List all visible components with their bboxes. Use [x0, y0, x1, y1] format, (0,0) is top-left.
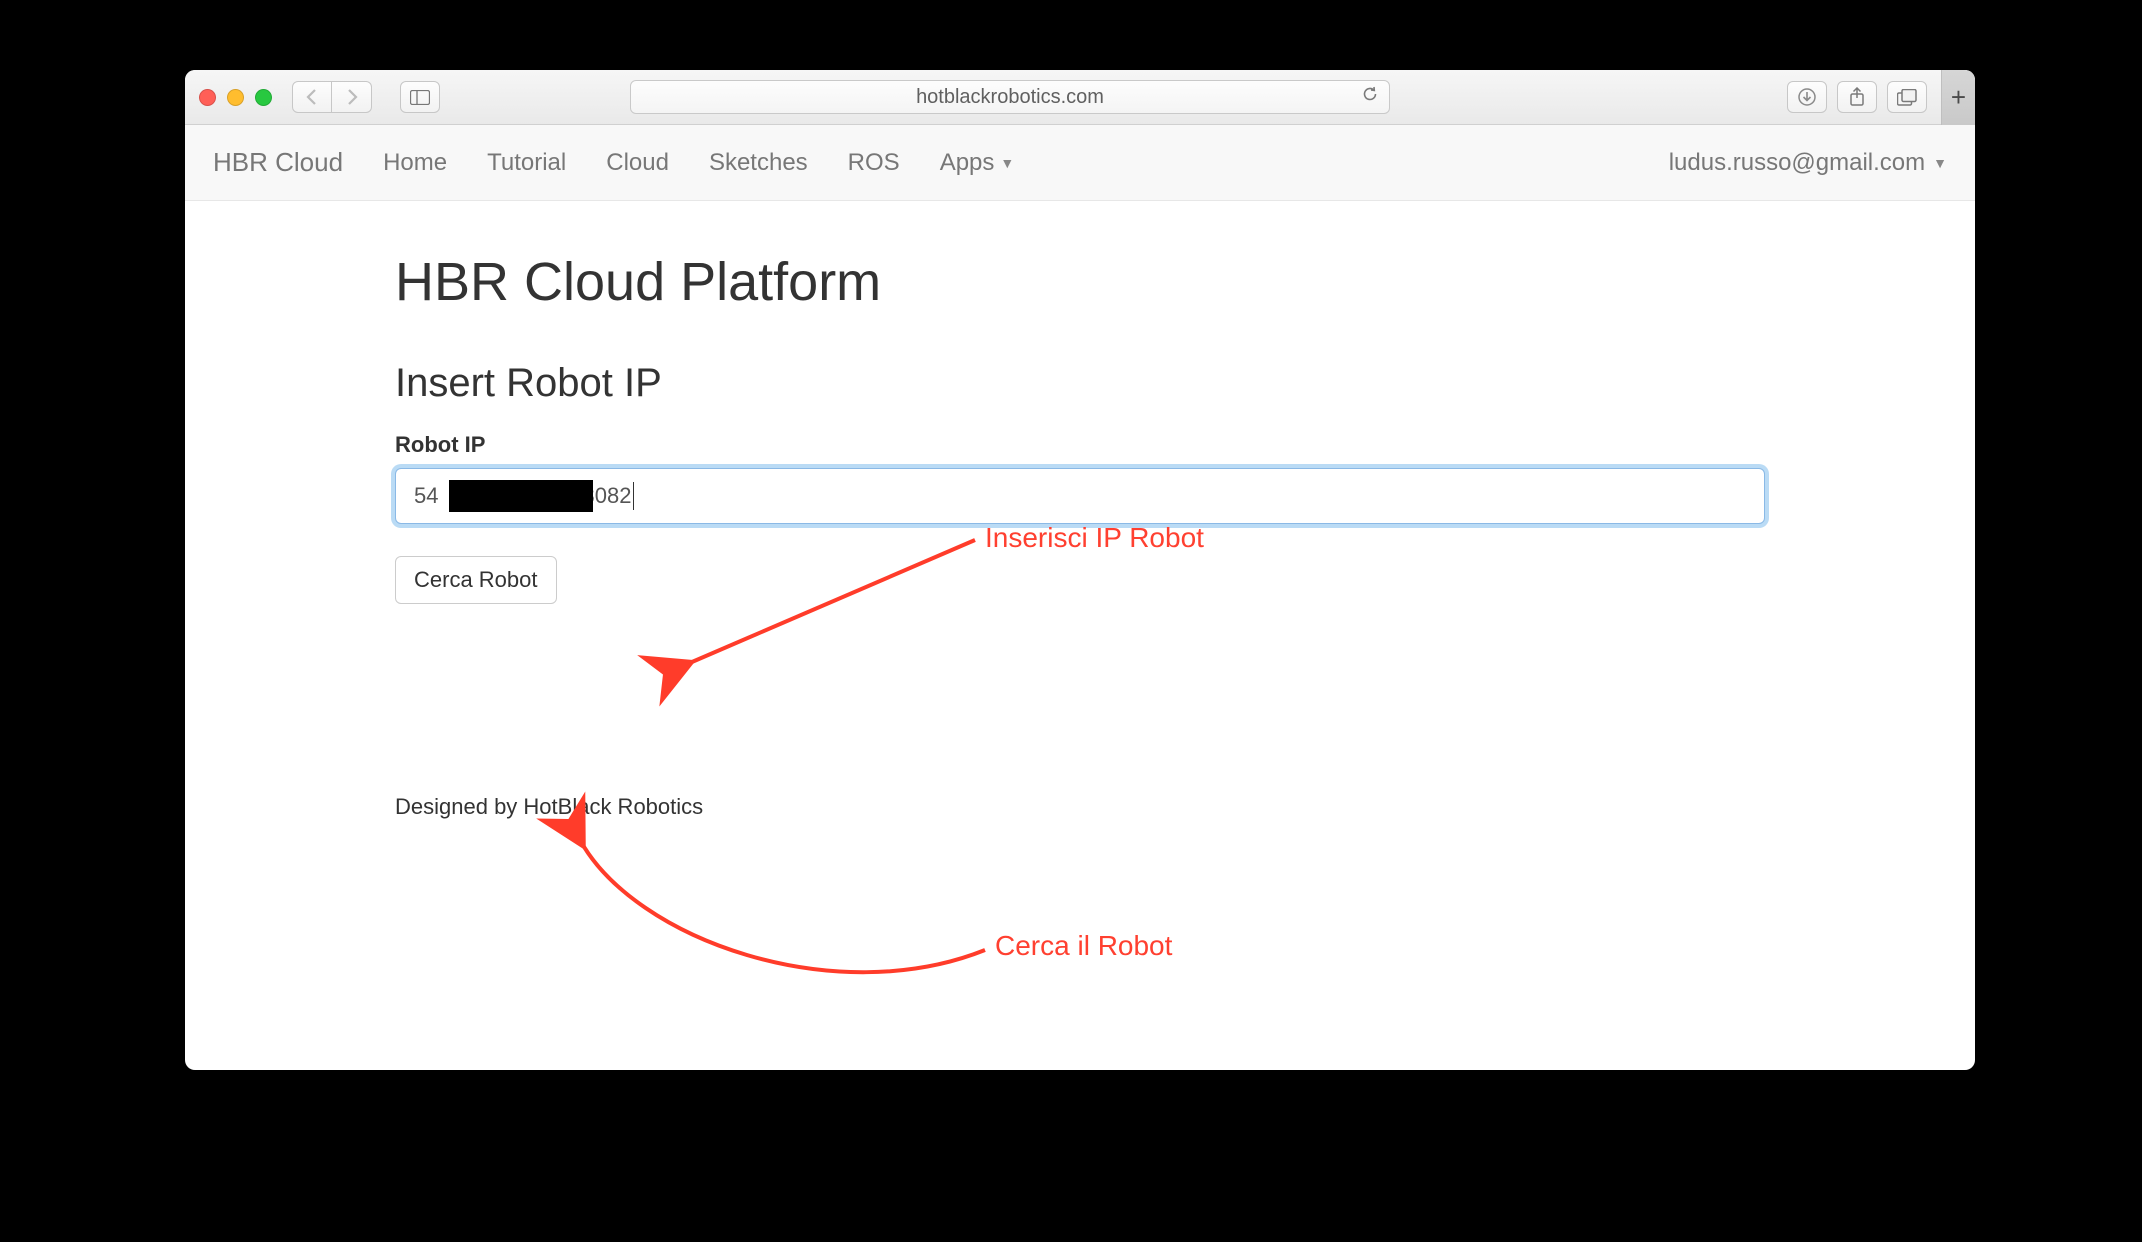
nav-back-button[interactable]	[292, 81, 332, 113]
robot-ip-input[interactable]: 54 3082	[395, 468, 1765, 524]
chevron-down-icon: ▼	[1933, 155, 1947, 171]
reload-icon[interactable]	[1361, 85, 1379, 109]
annotation-button-hint: Cerca il Robot	[995, 930, 1172, 962]
page-subtitle: Insert Robot IP	[395, 361, 1765, 406]
window-controls	[199, 89, 272, 106]
nav-forward-button[interactable]	[332, 81, 372, 113]
robot-ip-label: Robot IP	[395, 432, 1765, 458]
window-maximize-button[interactable]	[255, 89, 272, 106]
user-menu[interactable]: ludus.russo@gmail.com ▼	[1669, 149, 1947, 177]
nav-link-home[interactable]: Home	[383, 149, 447, 177]
site-navbar: HBR Cloud Home Tutorial Cloud Sketches R…	[185, 125, 1975, 201]
redacted-region	[449, 480, 593, 512]
nav-link-tutorial[interactable]: Tutorial	[487, 149, 566, 177]
share-button[interactable]	[1837, 81, 1877, 113]
ip-visible-prefix: 54	[414, 483, 438, 509]
robot-ip-input-wrap: 54 3082	[395, 468, 1765, 524]
nav-link-sketches[interactable]: Sketches	[709, 149, 808, 177]
brand[interactable]: HBR Cloud	[213, 147, 343, 178]
nav-link-apps[interactable]: Apps ▼	[940, 149, 1015, 177]
downloads-button[interactable]	[1787, 81, 1827, 113]
nav-link-cloud[interactable]: Cloud	[606, 149, 669, 177]
new-tab-button[interactable]: +	[1941, 70, 1975, 125]
footer-text: Designed by HotBlack Robotics	[395, 794, 1765, 820]
text-cursor	[633, 482, 634, 510]
search-robot-button[interactable]: Cerca Robot	[395, 556, 557, 604]
window-close-button[interactable]	[199, 89, 216, 106]
nav-link-ros[interactable]: ROS	[848, 149, 900, 177]
window-minimize-button[interactable]	[227, 89, 244, 106]
nav-link-apps-label: Apps	[940, 149, 995, 177]
main-content: HBR Cloud Platform Insert Robot IP Robot…	[185, 201, 1975, 850]
tabs-button[interactable]	[1887, 81, 1927, 113]
titlebar: hotblackrobotics.com +	[185, 70, 1975, 125]
page-title: HBR Cloud Platform	[395, 251, 1765, 313]
address-bar[interactable]: hotblackrobotics.com	[630, 80, 1390, 114]
url-text: hotblackrobotics.com	[916, 86, 1104, 109]
user-email: ludus.russo@gmail.com	[1669, 149, 1925, 177]
browser-window: hotblackrobotics.com + HBR Cloud Home Tu…	[185, 70, 1975, 1070]
chevron-down-icon: ▼	[1000, 155, 1014, 171]
sidebar-toggle-button[interactable]	[400, 81, 440, 113]
